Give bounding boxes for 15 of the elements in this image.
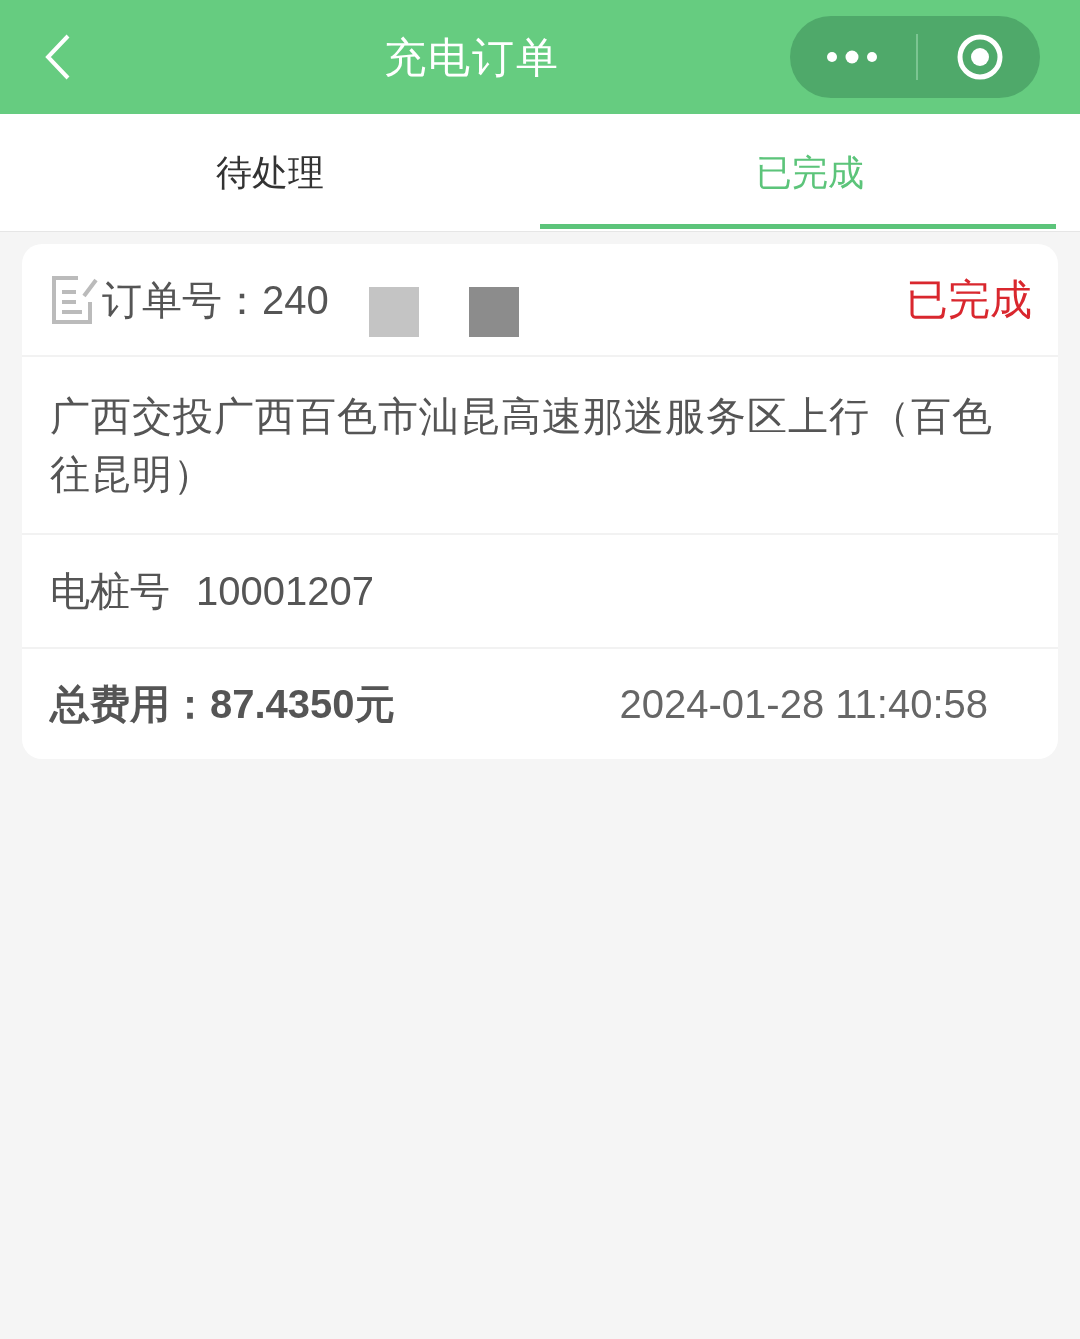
pile-label: 电桩号 [50, 568, 170, 615]
redaction-block [368, 286, 419, 337]
order-number-label: 订单号： [102, 276, 262, 324]
more-icon[interactable] [826, 50, 878, 64]
page-title: 充电订单 [383, 32, 561, 83]
order-status: 已完成 [906, 275, 1032, 325]
order-number: 240 [262, 276, 329, 324]
order-time: 2024-01-28 11:40:58 [619, 681, 988, 728]
station-name: 广西交投广西百色市汕昆高速那迷服务区上行（百色往昆明） [50, 393, 994, 498]
close-icon[interactable] [956, 33, 1004, 81]
tab[interactable]: 待处理 [0, 114, 540, 231]
pile-number: 10001207 [196, 568, 374, 615]
total-label: 总费用： [50, 681, 210, 728]
redaction-block [468, 286, 519, 337]
total-amount: 87.4350元 [210, 681, 395, 728]
